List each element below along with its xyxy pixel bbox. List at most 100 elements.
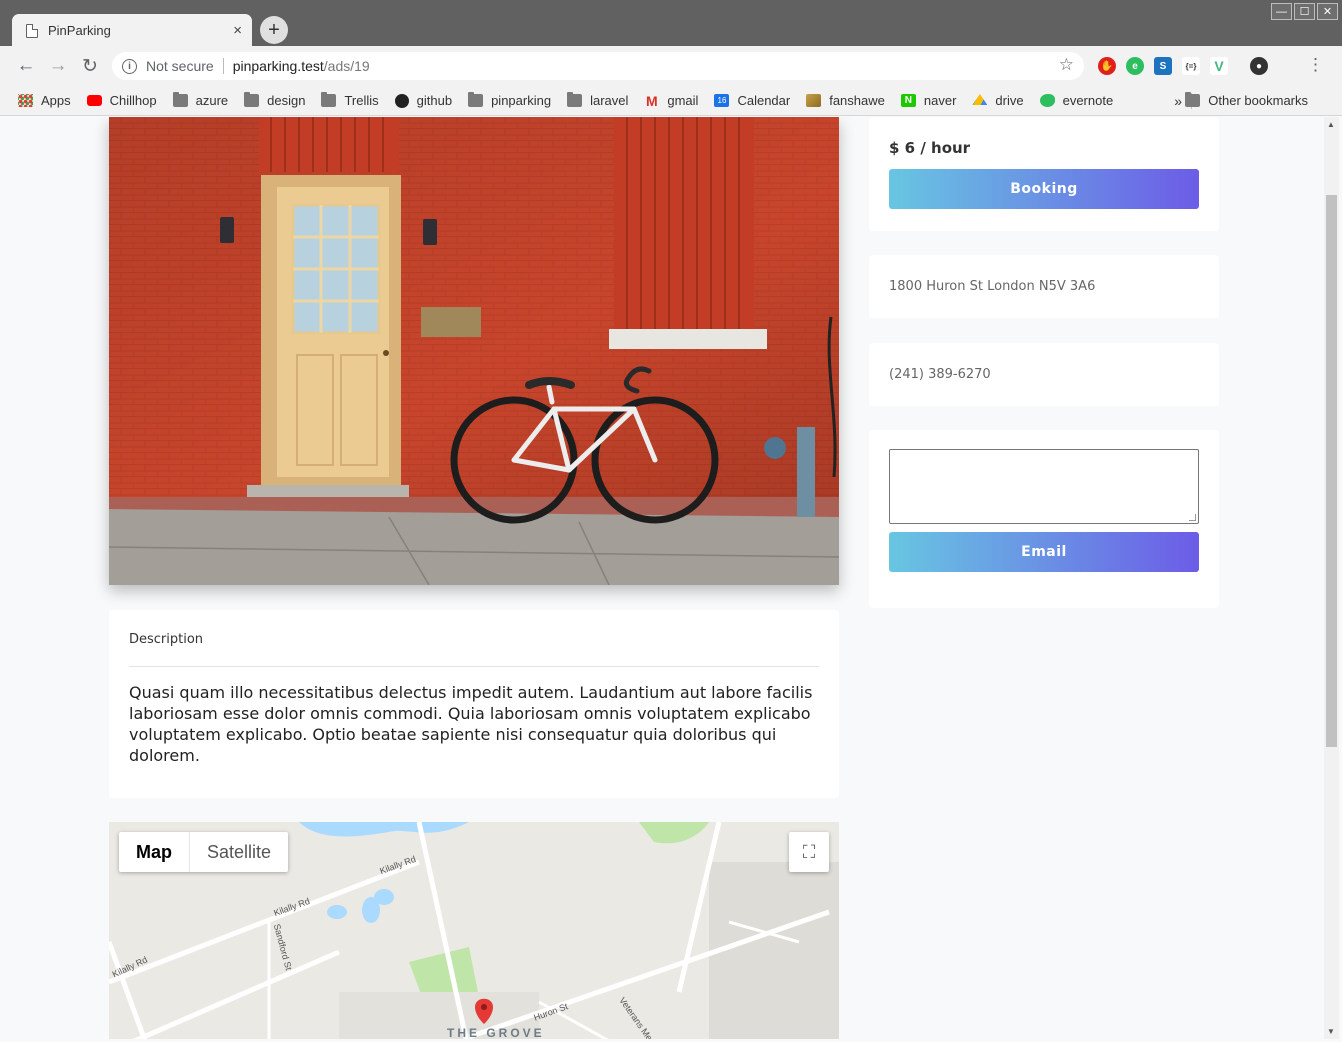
email-card: Email <box>869 430 1219 608</box>
bookmark-apps[interactable]: Apps <box>18 93 71 108</box>
bookmark-design[interactable]: design <box>244 92 306 108</box>
folder-icon <box>567 92 583 107</box>
bookmark-naver[interactable]: N naver <box>900 93 957 108</box>
bookmark-label: drive <box>995 93 1024 108</box>
tab-title: PinParking <box>48 23 111 38</box>
bookmark-label: naver <box>923 93 957 108</box>
json-extension-icon[interactable]: {=} <box>1182 57 1200 75</box>
minimize-button[interactable]: — <box>1271 3 1292 20</box>
page-viewport: Description Quasi quam illo necessitatib… <box>0 117 1324 1039</box>
window-controls: — ☐ ✕ <box>1271 3 1338 20</box>
bookmarks-overflow-chevron-icon[interactable]: » <box>1174 93 1182 109</box>
bookmark-label: Trellis <box>344 93 379 108</box>
photo-red-wall-bicycle <box>109 117 839 585</box>
bookmark-pinparking[interactable]: pinparking <box>468 92 552 108</box>
folder-icon <box>172 92 188 107</box>
bookmark-label: Calendar <box>737 93 791 108</box>
map-type-control: Map Satellite <box>119 832 289 872</box>
price-card: $ 6 / hour Booking <box>869 117 1219 231</box>
extensions: ✋ e S {=} V ● <box>1098 57 1268 75</box>
bookmark-label: fanshawe <box>829 93 885 108</box>
close-tab-icon[interactable]: × <box>233 22 242 39</box>
google-map[interactable]: Kilally Rd Kilally Rd Kilally Rd Sandfor… <box>109 822 839 1039</box>
evernote-icon <box>1039 94 1055 107</box>
description-title: Description <box>129 632 819 667</box>
new-tab-button[interactable]: + <box>260 16 288 44</box>
message-textarea[interactable] <box>889 449 1199 524</box>
bookmark-label: Other bookmarks <box>1208 93 1308 108</box>
map-type-satellite-button[interactable]: Satellite <box>190 832 288 872</box>
bookmark-label: gmail <box>667 93 699 108</box>
price-text: $ 6 / hour <box>889 139 971 157</box>
bookmark-other[interactable]: Other bookmarks <box>1185 92 1308 108</box>
place-label: THE GROVE <box>447 1026 545 1039</box>
map-type-map-button[interactable]: Map <box>119 832 190 872</box>
bookmark-calendar[interactable]: 16 Calendar <box>714 93 790 108</box>
bookmark-label: pinparking <box>491 93 552 108</box>
address-card: 1800 Huron St London N5V 3A6 <box>869 255 1219 318</box>
listing-photo <box>109 117 839 585</box>
bookmark-label: github <box>416 93 453 108</box>
maximize-button[interactable]: ☐ <box>1294 3 1315 20</box>
drive-icon <box>972 94 988 106</box>
info-icon[interactable]: i <box>122 58 137 74</box>
page-icon <box>26 23 38 38</box>
scroll-thumb[interactable] <box>1326 195 1337 747</box>
bookmark-fanshawe[interactable]: fanshawe <box>806 93 885 108</box>
naver-icon: N <box>900 94 916 107</box>
evernote-extension-icon[interactable]: e <box>1126 57 1144 75</box>
bookmark-chillhop[interactable]: Chillhop <box>86 93 157 108</box>
bookmark-laravel[interactable]: laravel <box>567 92 629 108</box>
bookmark-trellis[interactable]: Trellis <box>321 92 379 108</box>
page-scrollbar[interactable]: ▲ ▼ <box>1324 117 1339 1039</box>
folder-icon <box>468 92 484 107</box>
apps-grid-icon <box>18 94 33 107</box>
scroll-down-arrow-icon[interactable]: ▼ <box>1327 1027 1335 1036</box>
email-button[interactable]: Email <box>889 532 1199 572</box>
scroll-up-arrow-icon[interactable]: ▲ <box>1327 120 1335 129</box>
bookmark-label: Chillhop <box>109 93 157 108</box>
bookmark-star-icon[interactable]: ☆ <box>1059 55 1074 75</box>
fullscreen-icon: ⛶ <box>802 841 816 862</box>
folder-icon <box>321 92 337 107</box>
fanshawe-icon <box>806 94 822 107</box>
phone-text: (241) 389-6270 <box>889 367 991 382</box>
github-icon <box>394 93 409 108</box>
bookmark-label: evernote <box>1062 93 1114 108</box>
bookmark-label: laravel <box>590 93 629 108</box>
browser-toolbar: ← → ↻ i Not secure pinparking.test/ads/1… <box>0 46 1342 86</box>
description-card: Description Quasi quam illo necessitatib… <box>109 610 839 798</box>
reload-icon[interactable]: ↻ <box>78 54 102 78</box>
close-window-button[interactable]: ✕ <box>1317 3 1338 20</box>
forward-arrow-icon[interactable]: → <box>46 54 70 78</box>
bookmark-github[interactable]: github <box>394 93 453 108</box>
bookmark-azure[interactable]: azure <box>172 92 229 108</box>
bookmark-label: Apps <box>41 93 71 108</box>
description-text: Quasi quam illo necessitatibus delectus … <box>129 683 813 765</box>
bookmark-drive[interactable]: drive <box>972 93 1024 108</box>
folder-icon <box>244 92 260 107</box>
phone-card: (241) 389-6270 <box>869 343 1219 406</box>
bookmark-label: design <box>267 93 306 108</box>
calendar-icon: 16 <box>714 94 730 107</box>
url-host: pinparking.test <box>232 58 324 74</box>
address-bar[interactable]: i Not secure pinparking.test/ads/19 ☆ <box>112 52 1084 80</box>
bookmark-label: azure <box>195 93 229 108</box>
fullscreen-button[interactable]: ⛶ <box>789 832 829 872</box>
bookmarks-bar: Apps Chillhop azure design Trellis githu… <box>0 86 1342 116</box>
vue-devtools-icon[interactable]: V <box>1210 57 1228 75</box>
menu-icon[interactable]: ⋮ <box>1307 55 1324 75</box>
gmail-icon: M <box>646 92 658 109</box>
back-arrow-icon[interactable]: ← <box>14 54 38 78</box>
bookmark-evernote[interactable]: evernote <box>1039 93 1114 108</box>
omnibox-divider <box>222 58 224 74</box>
browser-tab[interactable]: PinParking × <box>12 14 252 47</box>
security-label: Not secure <box>146 58 214 74</box>
booking-button[interactable]: Booking <box>889 169 1199 209</box>
youtube-icon <box>86 95 102 106</box>
profile-icon[interactable]: ● <box>1250 57 1268 75</box>
s-extension-icon[interactable]: S <box>1154 57 1172 75</box>
address-text: 1800 Huron St London N5V 3A6 <box>889 279 1096 294</box>
bookmark-gmail[interactable]: M gmail <box>644 92 699 109</box>
adblock-extension-icon[interactable]: ✋ <box>1098 57 1116 75</box>
